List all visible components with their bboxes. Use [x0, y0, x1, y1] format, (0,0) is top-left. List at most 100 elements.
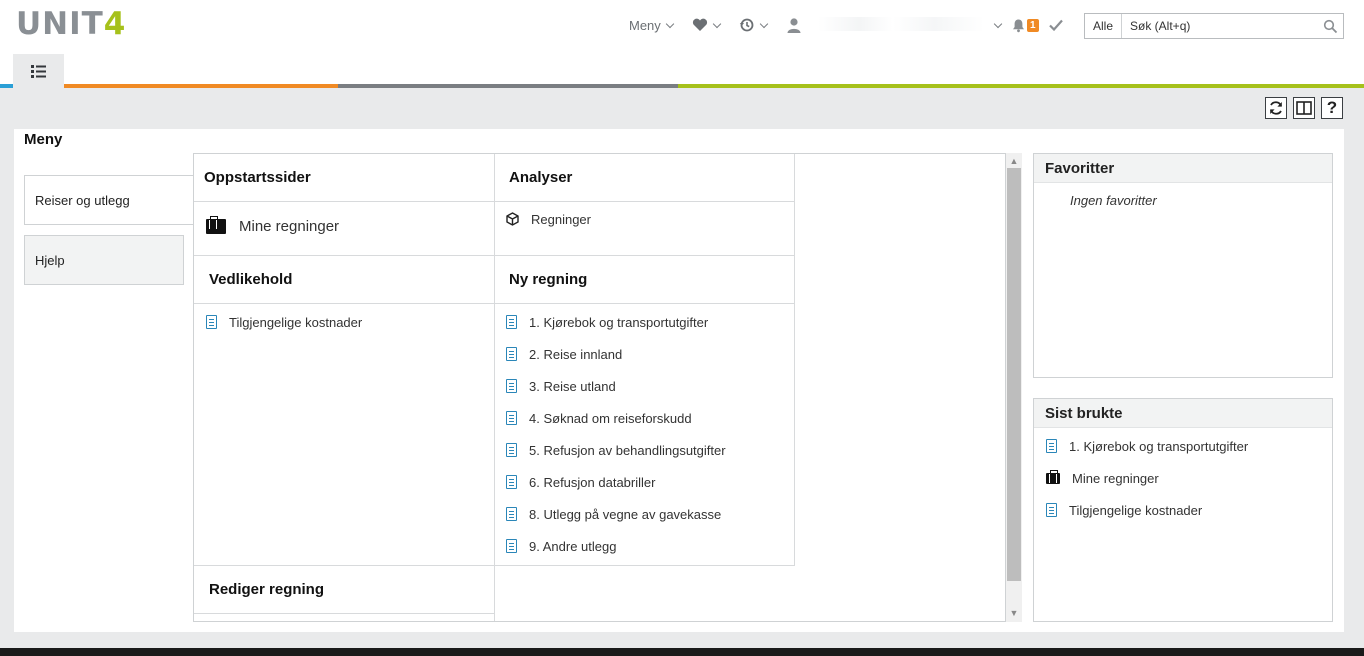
link-tilgjengelige-kostnader[interactable]: Tilgjengelige kostnader [206, 313, 362, 331]
document-icon [506, 347, 517, 361]
document-icon [506, 443, 517, 457]
recent-item-tilgjengelige-kostnader[interactable]: Tilgjengelige kostnader [1046, 501, 1202, 519]
link-label: 1. Kjørebok og transportutgifter [1069, 438, 1249, 454]
document-icon [506, 379, 517, 393]
document-icon [506, 315, 517, 329]
link-label: 5. Refusjon av behandlingsutgifter [529, 442, 726, 458]
favorites-panel: Favoritter Ingen favoritter [1033, 153, 1333, 378]
favorites-title: Favoritter [1034, 154, 1332, 183]
page-title: Meny [24, 131, 63, 148]
refresh-button[interactable] [1265, 97, 1287, 119]
link-label: 6. Refusjon databriller [529, 474, 656, 490]
link-ny-regning-9[interactable]: 9. Andre utlegg [506, 537, 616, 555]
user-menu[interactable] [786, 14, 802, 36]
link-label: 9. Andre utlegg [529, 538, 617, 554]
user-menu-chevron[interactable] [989, 14, 1003, 36]
tab-label: Hjelp [35, 252, 65, 268]
document-icon [1046, 439, 1057, 453]
document-icon [1046, 503, 1057, 517]
document-icon [506, 507, 517, 521]
row-divider [194, 201, 794, 202]
link-label: 4. Søknad om reiseforskudd [529, 410, 692, 426]
section-title-oppstartssider: Oppstartssider [204, 169, 311, 186]
row-divider [194, 565, 494, 566]
global-search: Alle [1084, 13, 1344, 39]
menu-tab[interactable] [13, 54, 64, 88]
logo-text: UNIT [16, 6, 104, 42]
row-divider [194, 255, 794, 256]
navigation-bar [0, 54, 1364, 88]
briefcase-icon [206, 215, 226, 234]
menu-dropdown[interactable]: Meny [629, 14, 675, 36]
history-dropdown[interactable] [739, 14, 769, 36]
column-divider [494, 154, 495, 621]
search-scope-selector[interactable]: Alle [1085, 14, 1123, 38]
search-input[interactable] [1122, 15, 1323, 37]
document-icon [506, 411, 517, 425]
scrollbar-thumb[interactable] [1007, 168, 1021, 581]
brand-stripe-green [678, 84, 1364, 88]
tab-label: Reiser og utlegg [35, 192, 130, 208]
columns-icon [1296, 101, 1312, 115]
document-icon [506, 539, 517, 553]
recent-title: Sist brukte [1034, 399, 1332, 428]
section-title-analyser: Analyser [509, 169, 573, 186]
menu-dropdown-label: Meny [629, 17, 661, 33]
bell-icon [1013, 19, 1024, 32]
section-title-vedlikehold: Vedlikehold [209, 271, 293, 288]
link-ny-regning-4[interactable]: 4. Søknad om reiseforskudd [506, 409, 692, 427]
link-ny-regning-2[interactable]: 2. Reise innland [506, 345, 622, 363]
notification-badge: 1 [1027, 18, 1039, 32]
link-label: Regninger [531, 211, 591, 227]
link-label: Tilgjengelige kostnader [1069, 502, 1203, 518]
logo-digit: 4 [103, 6, 127, 42]
brand-stripe-blue [0, 84, 13, 88]
notifications-button[interactable]: 1 [1011, 14, 1039, 36]
scroll-up-icon[interactable]: ▲ [1006, 154, 1022, 168]
user-name-redacted [818, 17, 984, 31]
unit4-logo[interactable]: UNIT4 [16, 8, 126, 40]
brand-stripe-orange [64, 84, 338, 88]
chevron-down-icon [665, 19, 675, 28]
top-header: UNIT4 Meny 1 Alle [0, 0, 1364, 54]
link-ny-regning-5[interactable]: 5. Refusjon av behandlingsutgifter [506, 441, 726, 459]
help-button[interactable]: ? [1321, 97, 1343, 119]
search-icon[interactable] [1323, 19, 1338, 34]
link-ny-regning-1[interactable]: 1. Kjørebok og transportutgifter [506, 313, 708, 331]
list-icon [31, 64, 46, 78]
briefcase-icon [1046, 469, 1060, 484]
chevron-down-icon [712, 19, 722, 28]
menu-content: Oppstartssider Analyser Mine regninger R… [193, 153, 1006, 622]
os-taskbar [0, 648, 1364, 656]
link-mine-regninger[interactable]: Mine regninger [206, 215, 339, 235]
recent-item-kjorebok[interactable]: 1. Kjørebok og transportutgifter [1046, 437, 1248, 455]
link-regninger[interactable]: Regninger [506, 210, 591, 228]
favorites-dropdown[interactable] [692, 14, 722, 36]
tasks-button[interactable] [1049, 14, 1063, 36]
checkmark-icon [1049, 19, 1063, 31]
tab-hjelp[interactable]: Hjelp [24, 235, 184, 285]
link-ny-regning-3[interactable]: 3. Reise utland [506, 377, 616, 395]
cube-icon [506, 212, 519, 226]
link-ny-regning-8[interactable]: 8. Utlegg på vegne av gavekasse [506, 505, 721, 523]
tab-reiser-og-utlegg[interactable]: Reiser og utlegg [24, 175, 194, 225]
split-view-button[interactable] [1293, 97, 1315, 119]
brand-stripe-gray [338, 84, 678, 88]
recent-item-mine-regninger[interactable]: Mine regninger [1046, 469, 1159, 487]
link-ny-regning-6[interactable]: 6. Refusjon databriller [506, 473, 655, 491]
column-divider [794, 154, 795, 566]
vertical-scrollbar[interactable]: ▲ ▼ [1006, 153, 1022, 622]
section-title-ny-regning: Ny regning [509, 271, 588, 288]
scroll-down-icon[interactable]: ▼ [1006, 606, 1022, 620]
section-title-rediger-regning: Rediger regning [209, 581, 325, 598]
link-label: 1. Kjørebok og transportutgifter [529, 314, 709, 330]
favorites-empty-text: Ingen favoritter [1070, 193, 1157, 208]
chevron-down-icon [759, 19, 769, 28]
document-icon [506, 475, 517, 489]
recent-panel: Sist brukte 1. Kjørebok og transportutgi… [1033, 398, 1333, 622]
row-divider [494, 565, 794, 566]
link-label: 3. Reise utland [529, 378, 616, 394]
question-icon: ? [1326, 98, 1338, 117]
link-label: Mine regninger [1072, 470, 1159, 486]
link-label: Tilgjengelige kostnader [229, 314, 363, 330]
